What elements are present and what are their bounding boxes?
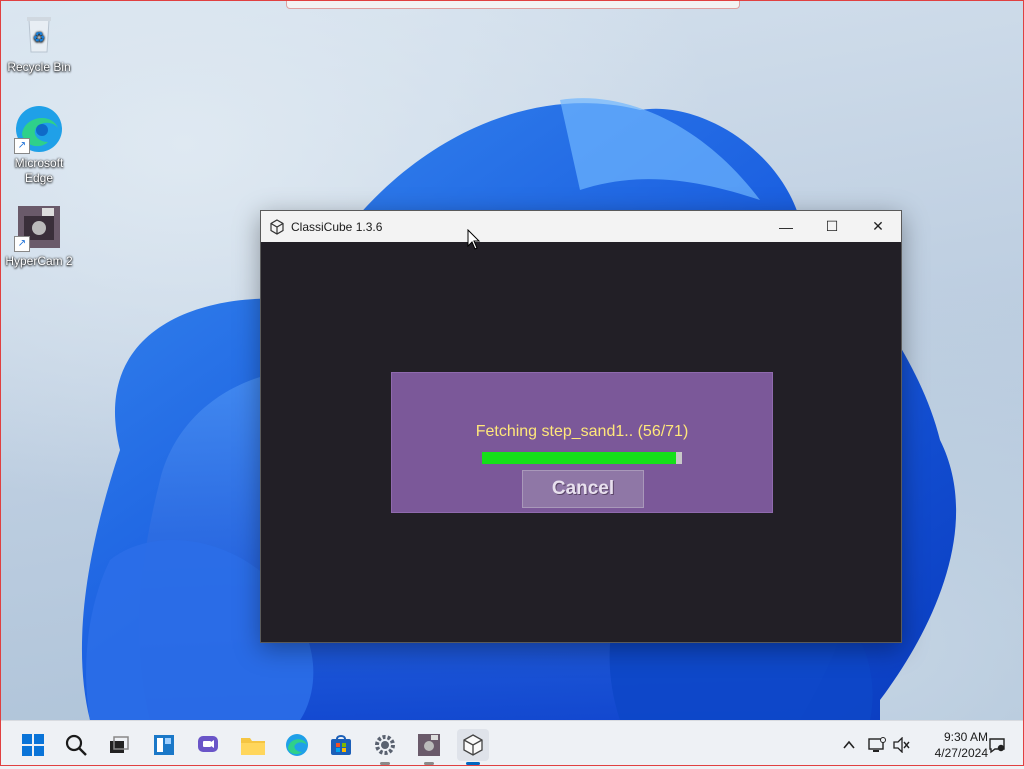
hypercam-icon: ↗ <box>14 202 64 252</box>
taskbar: 9:30 AM 4/27/2024 <box>0 720 1024 769</box>
chevron-up-icon <box>843 740 855 749</box>
active-indicator <box>466 762 480 765</box>
settings-icon <box>375 735 395 755</box>
classicube-window: ClassiCube 1.3.6 — ☐ ✕ Fetching step_san… <box>260 210 902 643</box>
minimize-button[interactable]: — <box>763 211 809 242</box>
edge-icon <box>286 734 308 756</box>
search-button[interactable] <box>60 729 92 761</box>
maximize-button[interactable]: ☐ <box>809 211 855 242</box>
running-indicator <box>424 762 434 765</box>
network-button[interactable] <box>866 729 888 761</box>
top-toolbar-strip <box>286 0 740 9</box>
window-title: ClassiCube 1.3.6 <box>291 219 383 234</box>
cancel-button[interactable]: Cancel <box>522 470 644 508</box>
fetch-dialog: Fetching step_sand1.. (56/71) Cancel <box>391 372 773 513</box>
edge-taskbar-button[interactable] <box>281 729 313 761</box>
store-icon <box>331 735 351 755</box>
running-indicator <box>380 762 390 765</box>
volume-muted-icon <box>893 737 910 753</box>
clock-date: 4/27/2024 <box>934 746 988 760</box>
fetch-progress-bar <box>482 452 682 464</box>
volume-button[interactable] <box>891 729 913 761</box>
close-icon: ✕ <box>872 218 884 234</box>
file-explorer-icon <box>241 738 265 755</box>
desktop-icon-recycle-bin[interactable]: ♻ Recycle Bin <box>1 8 77 75</box>
network-icon <box>868 737 886 752</box>
task-view-icon <box>110 736 129 753</box>
shortcut-arrow-icon: ↗ <box>14 138 30 154</box>
desktop-icon-hypercam[interactable]: ↗ HyperCam 2 <box>1 202 77 269</box>
settings-button[interactable] <box>369 729 401 765</box>
widgets-button[interactable] <box>148 729 180 761</box>
classicube-taskbar-button[interactable] <box>457 729 489 765</box>
svg-text:♻: ♻ <box>33 30 46 46</box>
hypercam-icon <box>418 734 440 756</box>
close-button[interactable]: ✕ <box>855 211 901 242</box>
mouse-cursor-icon <box>467 229 481 250</box>
desktop-icon-label: Recycle Bin <box>7 60 71 74</box>
window-titlebar[interactable]: ClassiCube 1.3.6 — ☐ ✕ <box>261 211 901 242</box>
clock-time: 9:30 AM <box>943 730 988 744</box>
recycle-bin-icon: ♻ <box>14 8 64 58</box>
desktop-icon-label: Microsoft Edge <box>14 156 64 185</box>
show-hidden-icons-button[interactable] <box>838 729 860 761</box>
notification-button[interactable] <box>986 729 1008 761</box>
edge-icon: ↗ <box>14 104 64 154</box>
desktop-icon-label: HyperCam 2 <box>5 254 73 268</box>
maximize-icon: ☐ <box>825 218 839 234</box>
fetch-status-text: Fetching step_sand1.. (56/71) <box>475 423 689 440</box>
classicube-icon <box>463 734 483 756</box>
taskbar-clock[interactable]: 9:30 AM 4/27/2024 <box>918 729 988 761</box>
classicube-cube-icon <box>270 218 284 235</box>
search-icon <box>65 734 87 756</box>
progress-fill <box>482 452 676 464</box>
chat-button[interactable] <box>192 729 224 761</box>
task-view-button[interactable] <box>103 729 135 761</box>
start-button[interactable] <box>17 729 49 761</box>
start-icon <box>22 734 44 756</box>
game-canvas[interactable]: Fetching step_sand1.. (56/71) Cancel <box>261 242 901 642</box>
minimize-icon: — <box>779 218 793 235</box>
shortcut-arrow-icon: ↗ <box>14 236 30 252</box>
desktop-icon-edge[interactable]: ↗ Microsoft Edge <box>1 104 77 186</box>
notification-icon <box>989 738 1005 754</box>
widgets-icon <box>154 735 174 755</box>
file-explorer-button[interactable] <box>237 729 269 761</box>
store-button[interactable] <box>325 729 357 761</box>
hypercam-taskbar-button[interactable] <box>413 729 445 765</box>
chat-icon <box>198 736 218 752</box>
